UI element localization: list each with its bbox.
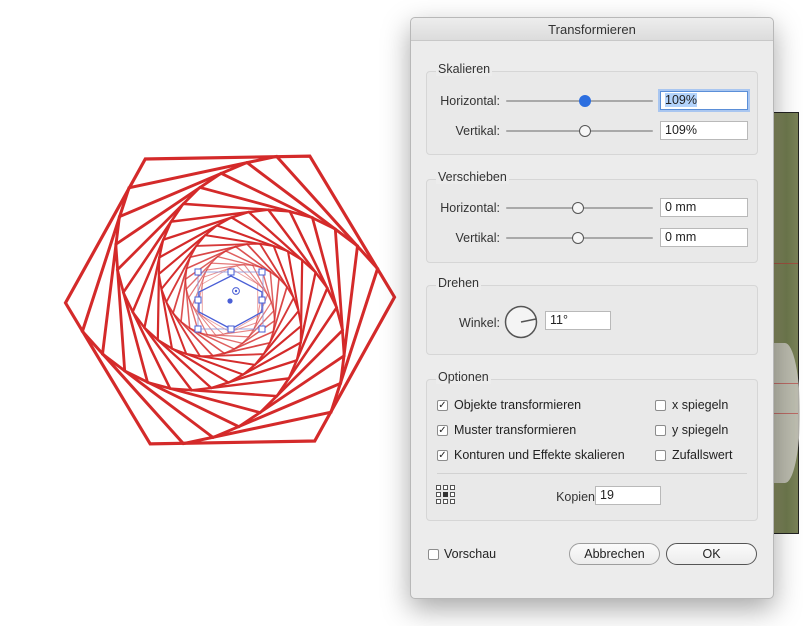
rotate-legend: Drehen: [436, 276, 481, 290]
scale-strokes-label: Konturen und Effekte skalieren: [454, 448, 625, 462]
move-legend: Verschieben: [436, 170, 509, 184]
move-horizontal-input[interactable]: 0 mm: [660, 198, 748, 217]
rotate-group: Drehen Winkel: 11°: [426, 276, 758, 355]
random-label: Zufallswert: [672, 448, 733, 462]
center-point-icon: [227, 298, 233, 304]
cancel-button[interactable]: Abbrechen: [569, 543, 660, 565]
transform-dialog: Transformieren Skalieren Horizontal: 109…: [410, 17, 774, 599]
random-checkbox[interactable]: [655, 450, 666, 461]
reflect-y-label: y spiegeln: [672, 423, 729, 437]
copies-input[interactable]: 19: [595, 486, 661, 505]
reference-point-icon: [234, 289, 238, 293]
move-horizontal-label: Horizontal:: [440, 201, 500, 215]
preview-label: Vorschau: [444, 547, 497, 561]
scale-horizontal-label: Horizontal:: [440, 94, 500, 108]
move-horizontal-slider-knob[interactable]: [572, 202, 584, 214]
move-vertical-input[interactable]: 0 mm: [660, 228, 748, 247]
options-separator: [437, 473, 747, 474]
transform-patterns-checkbox[interactable]: ✓: [437, 425, 448, 436]
dialog-title: Transformieren: [411, 18, 773, 41]
scale-vertical-label: Vertikal:: [455, 124, 500, 138]
artboard-canvas[interactable]: [0, 0, 410, 626]
rotate-angle-label: Winkel:: [459, 316, 500, 330]
transform-objects-checkbox[interactable]: ✓: [437, 400, 448, 411]
reflect-x-label: x spiegeln: [672, 398, 729, 412]
move-vertical-slider-knob[interactable]: [572, 232, 584, 244]
angle-dial-icon[interactable]: [504, 305, 540, 341]
transform-objects-label: Objekte transformieren: [454, 398, 582, 412]
move-vertical-label: Vertikal:: [455, 231, 500, 245]
scale-horizontal-slider-knob[interactable]: [579, 95, 591, 107]
scale-vertical-slider-knob[interactable]: [579, 125, 591, 137]
reflect-x-checkbox[interactable]: [655, 400, 666, 411]
options-legend: Optionen: [436, 370, 491, 384]
rotate-angle-input[interactable]: 11°: [545, 311, 611, 330]
options-group: Optionen ✓ Objekte transformieren ✓ Must…: [426, 370, 758, 521]
copies-label: Kopien: [556, 490, 595, 504]
transform-patterns-label: Muster transformieren: [454, 423, 577, 437]
reference-point-locator-icon[interactable]: [435, 484, 457, 506]
scale-horizontal-input[interactable]: 109%: [660, 91, 748, 110]
ok-button[interactable]: OK: [666, 543, 757, 565]
scale-legend: Skalieren: [436, 62, 493, 76]
preview-checkbox[interactable]: [428, 549, 439, 560]
move-group: Verschieben Horizontal: 0 mm Vertikal: 0…: [426, 170, 758, 263]
scale-group: Skalieren Horizontal: 109% Vertikal: 109…: [426, 62, 758, 155]
reflect-y-checkbox[interactable]: [655, 425, 666, 436]
scale-vertical-input[interactable]: 109%: [660, 121, 748, 140]
placed-image-edge: [770, 112, 800, 534]
scale-strokes-checkbox[interactable]: ✓: [437, 450, 448, 461]
